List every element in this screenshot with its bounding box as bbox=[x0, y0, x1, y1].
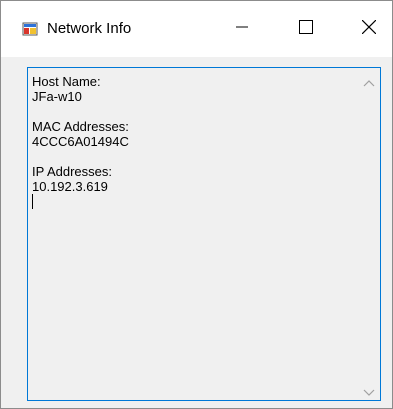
text-cursor bbox=[32, 194, 33, 209]
close-icon bbox=[361, 19, 377, 39]
ip-addresses-value: 10.192.3.619 bbox=[32, 179, 108, 194]
scroll-up-icon[interactable] bbox=[362, 76, 376, 87]
client-area: Host Name: JFa-w10 MAC Addresses: 4CCC6A… bbox=[1, 57, 392, 408]
window-title: Network Info bbox=[47, 20, 132, 37]
ip-addresses-label: IP Addresses: bbox=[32, 164, 112, 179]
minimize-button[interactable] bbox=[219, 1, 265, 57]
minimize-icon bbox=[236, 20, 248, 38]
scroll-down-icon[interactable] bbox=[362, 384, 376, 396]
maximize-button[interactable] bbox=[283, 1, 329, 57]
vertical-scrollbar[interactable] bbox=[358, 68, 380, 400]
title-bar[interactable]: Network Info bbox=[1, 1, 392, 57]
maximize-icon bbox=[299, 19, 313, 39]
host-name-label: Host Name: bbox=[32, 74, 101, 89]
host-name-value: JFa-w10 bbox=[32, 89, 82, 104]
mac-addresses-label: MAC Addresses: bbox=[32, 119, 129, 134]
textbox-content[interactable]: Host Name: JFa-w10 MAC Addresses: 4CCC6A… bbox=[32, 74, 352, 209]
mac-addresses-value: 4CCC6A01494C bbox=[32, 134, 129, 149]
network-info-app-icon[interactable] bbox=[22, 21, 38, 37]
network-info-textbox[interactable]: Host Name: JFa-w10 MAC Addresses: 4CCC6A… bbox=[27, 67, 381, 401]
network-info-window: Network Info Host Name: JFa-w10 MAC Addr… bbox=[0, 0, 393, 409]
close-button[interactable] bbox=[346, 1, 392, 57]
